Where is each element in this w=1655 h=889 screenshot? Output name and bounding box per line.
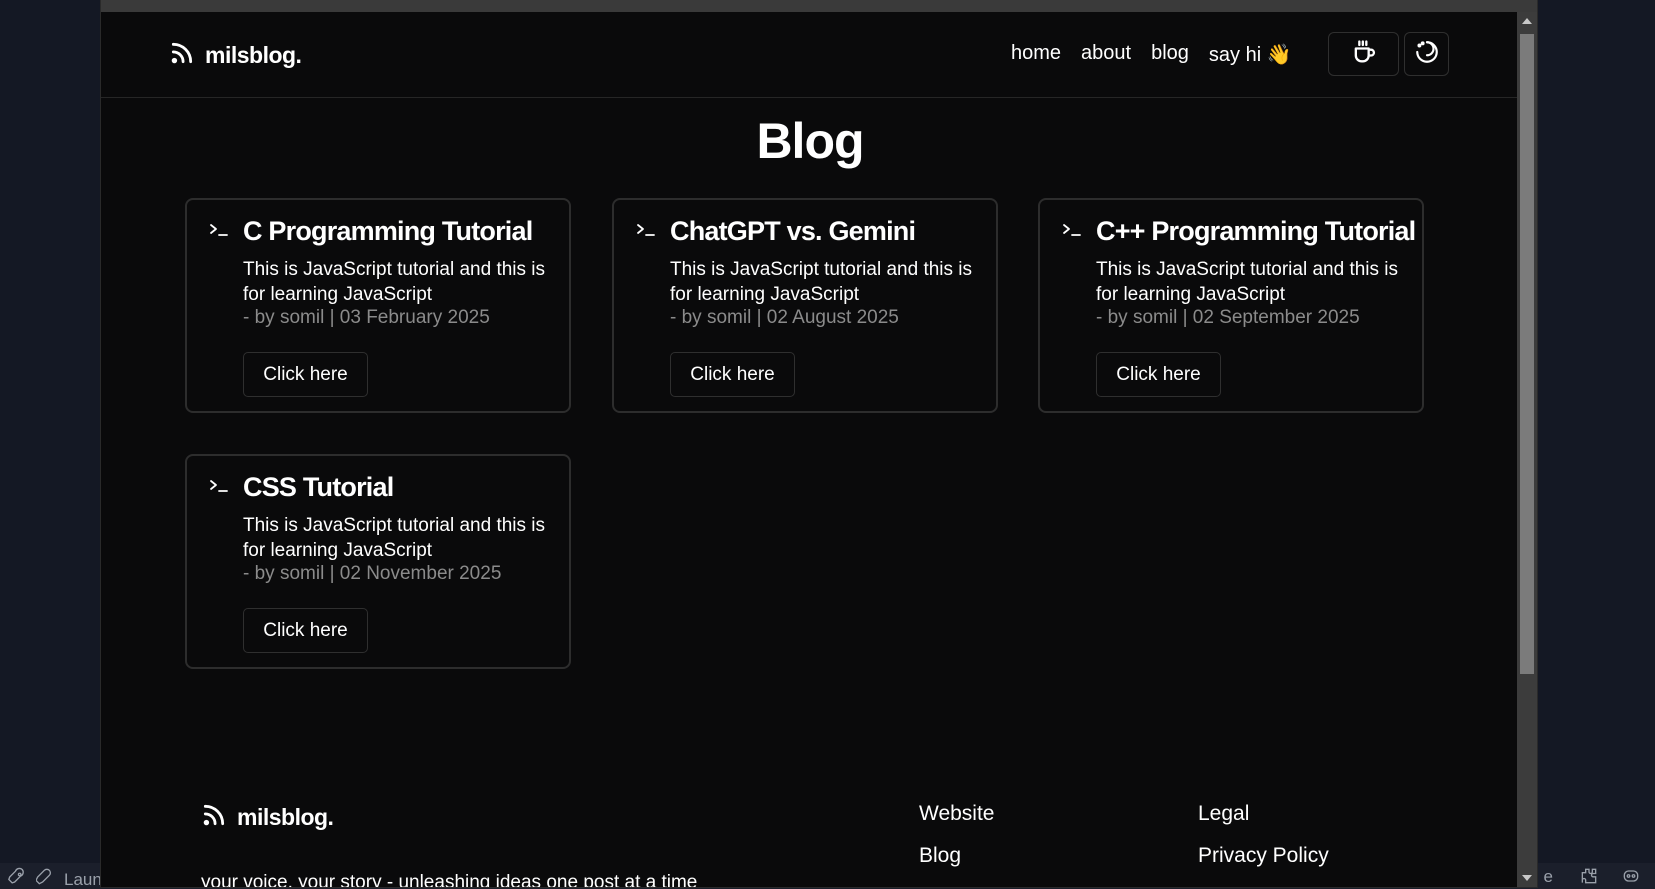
post-meta: - by somil | 02 September 2025: [1096, 307, 1360, 328]
post-meta: - by somil | 02 August 2025: [670, 307, 899, 328]
post-description: This is JavaScript tutorial and this is …: [243, 259, 546, 305]
theme-toggle-button[interactable]: [1404, 32, 1449, 76]
nav-home[interactable]: home: [1011, 42, 1061, 67]
footer-website-column: Website Blog: [919, 802, 994, 886]
terminal-prompt-icon: [209, 222, 229, 238]
post-title: C Programming Tutorial: [243, 216, 533, 246]
main-nav: home about blog say hi 👋: [1011, 42, 1292, 67]
click-here-button[interactable]: Click here: [670, 352, 795, 397]
nav-say-hi[interactable]: say hi 👋: [1209, 42, 1292, 67]
page-title: Blog: [756, 113, 864, 169]
nav-blog[interactable]: blog: [1151, 42, 1189, 67]
brand-logo-link[interactable]: milsblog.: [169, 40, 302, 71]
taskbar-left[interactable]: Launc: [8, 867, 110, 889]
footer-heading-legal: Legal: [1198, 802, 1250, 825]
extension-icon[interactable]: [1579, 866, 1599, 889]
click-here-button[interactable]: Click here: [1096, 352, 1221, 397]
site-header: milsblog. home about blog say hi 👋: [101, 12, 1519, 98]
footer-brand-link[interactable]: milsblog.: [201, 802, 334, 833]
nav-about[interactable]: about: [1081, 42, 1131, 67]
post-title: C++ Programming Tutorial: [1096, 216, 1416, 246]
post-meta: - by somil | 02 November 2025: [243, 563, 502, 584]
post-description: This is JavaScript tutorial and this is …: [243, 515, 546, 561]
post-description: This is JavaScript tutorial and this is …: [1096, 259, 1399, 305]
window-top-bar: [101, 0, 1537, 12]
footer-heading-website: Website: [919, 802, 995, 825]
footer-legal-column: Legal Privacy Policy: [1198, 802, 1329, 886]
blog-post-card: CSS Tutorial This is JavaScript tutorial…: [185, 454, 571, 669]
click-here-button[interactable]: Click here: [243, 352, 368, 397]
terminal-prompt-icon: [209, 478, 229, 494]
footer-link-blog[interactable]: Blog: [919, 844, 994, 868]
footer-tagline: your voice, your story - unleashing idea…: [201, 872, 698, 888]
blog-post-card: ChatGPT vs. Gemini This is JavaScript tu…: [612, 198, 998, 413]
footer-link-privacy-policy[interactable]: Privacy Policy: [1198, 844, 1329, 868]
coffee-icon: [1350, 38, 1378, 71]
vertical-scrollbar[interactable]: [1517, 12, 1537, 887]
taskbar-right-text: e: [1543, 867, 1553, 886]
theme-toggle-icon: [1414, 39, 1440, 70]
post-meta: - by somil | 03 February 2025: [243, 307, 490, 328]
scroll-down-arrow-icon[interactable]: [1522, 875, 1532, 881]
click-here-button[interactable]: Click here: [243, 608, 368, 653]
coffee-button[interactable]: [1328, 32, 1399, 76]
copilot-icon[interactable]: [1621, 866, 1641, 889]
scrollbar-thumb[interactable]: [1520, 34, 1534, 674]
rss-icon: [201, 802, 227, 833]
blog-post-card: C Programming Tutorial This is JavaScrip…: [185, 198, 571, 413]
footer-brand-name: milsblog.: [237, 804, 334, 830]
post-title: ChatGPT vs. Gemini: [670, 216, 916, 246]
blog-post-card: C++ Programming Tutorial This is JavaScr…: [1038, 198, 1424, 413]
terminal-prompt-icon: [636, 222, 656, 238]
browser-window: milsblog. home about blog say hi 👋 Blog: [100, 0, 1538, 888]
terminal-prompt-icon: [1062, 222, 1082, 238]
brand-name: milsblog.: [205, 42, 302, 68]
rocket-icon: [8, 867, 28, 889]
scroll-up-arrow-icon[interactable]: [1522, 18, 1532, 24]
post-description: This is JavaScript tutorial and this is …: [670, 259, 973, 305]
post-title: CSS Tutorial: [243, 472, 394, 502]
rss-icon: [169, 40, 195, 71]
rocket-outline-icon: [35, 867, 56, 889]
blog-page: milsblog. home about blog say hi 👋 Blog: [101, 12, 1519, 887]
